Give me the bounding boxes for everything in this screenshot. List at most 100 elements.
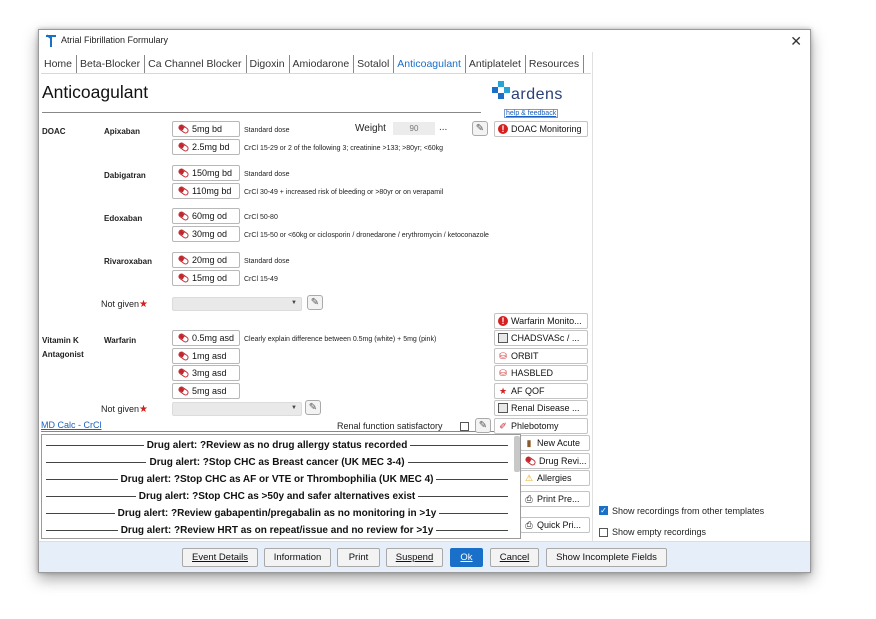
renal-function-pencil-icon[interactable]: ✎ [475, 418, 491, 433]
tab-ca-channel-blocker[interactable]: Ca Channel Blocker [145, 55, 247, 73]
pill-icon [177, 123, 190, 135]
chadsvasc-button[interactable]: CHADSVASc / ... [494, 330, 588, 346]
print-button[interactable]: Print [337, 548, 380, 567]
chevron-down-icon: ▼ [291, 405, 297, 411]
print-prescription-button[interactable]: ⎙ Print Pre... [520, 491, 590, 507]
pill-icon [177, 350, 190, 362]
drug-alert-row[interactable]: Drug alert: ?Stop CHC as >50y and safer … [46, 488, 508, 504]
dose-apixaban-2-5mg-button[interactable]: 2.5mg bd [172, 139, 240, 155]
alert-rule [418, 495, 508, 497]
event-details-button[interactable]: Event Details [182, 548, 258, 567]
quick-print-button[interactable]: ⎙ Quick Pri... [520, 517, 590, 533]
doac-not-given-pencil-icon[interactable]: ✎ [307, 295, 323, 310]
alert-icon: ! [498, 316, 508, 326]
vka-not-given-pencil-icon[interactable]: ✎ [305, 400, 321, 415]
show-other-templates-label: Show recordings from other templates [612, 506, 765, 516]
drug-alert-row[interactable]: Drug alert: ?Review gabapentin/pregabali… [46, 505, 509, 521]
calculator-icon [498, 403, 508, 413]
alert-icon: ! [498, 124, 508, 134]
phlebotomy-button[interactable]: ✐ Phlebotomy [494, 418, 588, 434]
weight-label: Weight [355, 123, 386, 134]
printer-icon: ⎙ [525, 494, 533, 504]
tab-resources[interactable]: Resources [526, 55, 585, 73]
ardens-logo-icon [492, 81, 510, 99]
tab-sotalol[interactable]: Sotalol [354, 55, 395, 73]
alerts-scrollbar[interactable] [514, 436, 520, 472]
drug-review-button[interactable]: Drug Revi... [520, 453, 590, 469]
formulary-window: Atrial Fibrillation Formulary ✕ Home Bet… [38, 29, 811, 573]
tab-beta-blocker[interactable]: Beta-Blocker [77, 55, 146, 73]
renal-function-checkbox[interactable] [460, 422, 469, 431]
page-title: Anticoagulant [42, 82, 149, 102]
drug-alert-row[interactable]: Drug alert: ?Review as no drug allergy s… [46, 437, 508, 453]
weight-more-button[interactable]: ... [439, 122, 447, 133]
dose-warfarin-3mg-button[interactable]: 3mg asd [172, 365, 240, 381]
doac-monitoring-button[interactable]: ! DOAC Monitoring [494, 121, 588, 137]
section-doac-label: DOAC [42, 127, 66, 136]
dose-warfarin-5mg-button[interactable]: 5mg asd [172, 383, 240, 399]
md-calc-divider [41, 431, 494, 432]
dose-apixaban-5mg-button[interactable]: 5mg bd [172, 121, 240, 137]
weight-pencil-icon[interactable]: ✎ [472, 121, 488, 136]
dose-warfarin-0-5mg-button[interactable]: 0.5mg asd [172, 330, 240, 346]
dose-note: CrCl 30-49 + increased risk of bleeding … [244, 189, 444, 196]
warfarin-monitoring-button[interactable]: ! Warfarin Monito... [494, 313, 588, 329]
tab-anticoagulant[interactable]: Anticoagulant [394, 55, 466, 73]
new-acute-button[interactable]: ▮ New Acute [520, 435, 590, 451]
alert-rule [46, 478, 118, 480]
af-qof-button[interactable]: ★ AF QOF [494, 383, 588, 399]
dose-edoxaban-60mg-button[interactable]: 60mg od [172, 208, 240, 224]
alert-rule [46, 529, 118, 531]
tab-digoxin[interactable]: Digoxin [247, 55, 290, 73]
vka-not-given-select[interactable]: ▼ [172, 402, 302, 416]
drug-edoxaban: Edoxaban [104, 214, 143, 223]
star-icon: ★ [498, 386, 508, 396]
dose-note: CrCl 50-80 [244, 214, 278, 221]
dose-rivaroxaban-20mg-button[interactable]: 20mg od [172, 252, 240, 268]
cancel-button[interactable]: Cancel [490, 548, 539, 567]
vka-not-given-label: Not given★ [101, 404, 148, 415]
close-icon[interactable]: ✕ [790, 33, 802, 50]
dose-dabigatran-110mg-button[interactable]: 110mg bd [172, 183, 240, 199]
pill-icon [177, 385, 190, 397]
drug-alert-row[interactable]: Drug alert: ?Review HRT as on repeat/iss… [46, 522, 508, 538]
drug-alert-row[interactable]: Drug alert: ?Stop CHC as AF or VTE or Th… [46, 471, 508, 487]
help-feedback-link[interactable]: help & feedback [504, 109, 559, 118]
calculator-icon [498, 333, 508, 343]
drug-apixaban: Apixaban [104, 127, 141, 136]
tab-antiplatelet[interactable]: Antiplatelet [466, 55, 526, 73]
dose-warfarin-1mg-button[interactable]: 1mg asd [172, 348, 240, 364]
pill-icon [177, 185, 190, 197]
renal-disease-button[interactable]: Renal Disease ... [494, 400, 588, 416]
show-empty-recordings-label: Show empty recordings [612, 527, 707, 537]
alert-rule [407, 461, 508, 463]
chevron-down-icon: ▼ [291, 300, 297, 306]
drug-dabigatran: Dabigatran [104, 171, 146, 180]
dose-note: Standard dose [244, 171, 290, 178]
section-vka-label-line2: Antagonist [42, 350, 84, 359]
drug-alert-row[interactable]: Drug alert: ?Stop CHC as Breast cancer (… [46, 454, 508, 470]
weight-input[interactable]: 90 [393, 122, 435, 135]
tab-amiodarone[interactable]: Amiodarone [290, 55, 355, 73]
dose-edoxaban-30mg-button[interactable]: 30mg od [172, 226, 240, 242]
dose-rivaroxaban-15mg-button[interactable]: 15mg od [172, 270, 240, 286]
information-button[interactable]: Information [264, 548, 331, 567]
alert-rule [410, 444, 508, 446]
ok-button[interactable]: Ok [450, 548, 483, 567]
allergies-button[interactable]: ⚠ Allergies [520, 470, 590, 486]
syringe-icon: ✐ [499, 421, 507, 431]
title-bar: Atrial Fibrillation Formulary ✕ [39, 30, 810, 52]
dose-dabigatran-150mg-button[interactable]: 150mg bd [172, 165, 240, 181]
show-other-templates-checkbox[interactable]: ✓ [599, 506, 608, 515]
doac-not-given-select[interactable]: ▼ [172, 297, 302, 311]
tab-home[interactable]: Home [41, 55, 78, 73]
orbit-button[interactable]: ⛁ ORBIT [494, 348, 588, 364]
suspend-button[interactable]: Suspend [386, 548, 443, 567]
show-incomplete-fields-button[interactable]: Show Incomplete Fields [546, 548, 667, 567]
section-vka-label: Vitamin K [42, 336, 79, 345]
hasbled-button[interactable]: ⛁ HASBLED [494, 365, 588, 381]
md-calc-crcl-link[interactable]: MD Calc - CrCl [41, 420, 102, 430]
show-empty-recordings-checkbox[interactable] [599, 528, 608, 537]
pill-icon [177, 272, 190, 284]
doac-not-given-label: Not given★ [101, 299, 148, 310]
